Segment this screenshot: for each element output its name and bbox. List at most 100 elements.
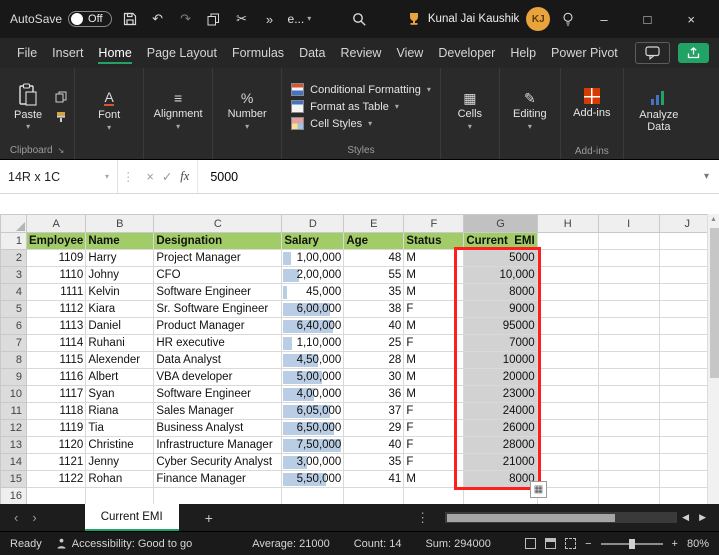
cell-A1[interactable]: Employee [25, 232, 87, 250]
cell-I7[interactable] [597, 334, 660, 352]
row-header-12[interactable]: 12 [0, 419, 27, 437]
cell-D15[interactable]: 5,50,000 [281, 470, 345, 488]
cell-G8[interactable]: 10000 [463, 351, 538, 369]
cell-H14[interactable] [536, 453, 599, 471]
cell-F2[interactable]: M [403, 249, 465, 267]
cell-B11[interactable]: Riana [85, 402, 155, 420]
cell-C3[interactable]: CFO [153, 266, 283, 284]
undo-button[interactable]: ↶ [148, 11, 168, 27]
cell-D7[interactable]: 1,10,000 [281, 334, 345, 352]
cell-G1[interactable]: Current EMI [463, 232, 538, 250]
page-break-view-icon[interactable] [565, 538, 577, 549]
cell-D8[interactable]: 4,50,000 [281, 351, 345, 369]
cell-H8[interactable] [536, 351, 599, 369]
cell-E4[interactable]: 35 [343, 283, 405, 301]
cell-H11[interactable] [536, 402, 599, 420]
addins-button[interactable]: Add-ins [566, 71, 618, 145]
cell-I9[interactable] [597, 368, 660, 386]
cell-A5[interactable]: 1112 [25, 300, 87, 318]
search-button[interactable] [349, 12, 369, 27]
cell-E12[interactable]: 29 [343, 419, 405, 437]
cell-G7[interactable]: 7000 [463, 334, 538, 352]
add-sheet-button[interactable]: + [205, 510, 213, 526]
comments-button[interactable] [635, 42, 670, 64]
cell-G16[interactable] [463, 487, 538, 504]
cell-A6[interactable]: 1113 [25, 317, 87, 335]
save-button[interactable] [120, 12, 140, 26]
cell-C12[interactable]: Business Analyst [153, 419, 283, 437]
cell-H2[interactable] [536, 249, 599, 267]
tab-developer[interactable]: Developer [431, 41, 502, 65]
cell-G4[interactable]: 8000 [463, 283, 538, 301]
column-header-G[interactable]: G [463, 214, 538, 233]
cell-C13[interactable]: Infrastructure Manager [153, 436, 283, 454]
cell-C1[interactable]: Designation [153, 232, 283, 250]
cell-G5[interactable]: 9000 [463, 300, 538, 318]
cell-F4[interactable]: M [403, 283, 465, 301]
cell-A7[interactable]: 1114 [25, 334, 87, 352]
scroll-up-icon[interactable]: ▲ [708, 216, 719, 223]
cell-E11[interactable]: 37 [343, 402, 405, 420]
cell-E15[interactable]: 41 [343, 470, 405, 488]
cell-F16[interactable] [403, 487, 465, 504]
cell-G10[interactable]: 23000 [463, 385, 538, 403]
cell-B13[interactable]: Christine [85, 436, 155, 454]
scroll-left-icon[interactable]: ◀ [677, 512, 694, 523]
font-group-button[interactable]: A Font ▾ [80, 71, 138, 159]
cell-I10[interactable] [597, 385, 660, 403]
cell-E2[interactable]: 48 [343, 249, 405, 267]
cell-I12[interactable] [597, 419, 660, 437]
cell-H9[interactable] [536, 368, 599, 386]
cell-I6[interactable] [597, 317, 660, 335]
cell-I15[interactable] [597, 470, 660, 488]
cell-B9[interactable]: Albert [85, 368, 155, 386]
cell-A2[interactable]: 1109 [25, 249, 87, 267]
normal-view-icon[interactable] [525, 538, 537, 549]
analyze-data-button[interactable]: Analyze Data [629, 71, 689, 159]
dialog-launcher-icon[interactable]: ↘ [58, 146, 65, 155]
cell-F10[interactable]: M [403, 385, 465, 403]
cell-D13[interactable]: 7,50,000 [281, 436, 345, 454]
document-menu[interactable]: e... ▾ [288, 12, 312, 26]
cell-G15[interactable]: 8000 [463, 470, 538, 488]
tab-help[interactable]: Help [503, 41, 543, 65]
cell-H4[interactable] [536, 283, 599, 301]
cell-E1[interactable]: Age [343, 232, 405, 250]
row-header-16[interactable]: 16 [0, 487, 27, 504]
cancel-entry-button[interactable]: × [147, 170, 154, 184]
redo-button[interactable]: ↷ [176, 11, 196, 27]
cell-A3[interactable]: 1110 [25, 266, 87, 284]
editing-group-button[interactable]: ✎ Editing ▾ [505, 71, 555, 159]
cell-F8[interactable]: M [403, 351, 465, 369]
tab-file[interactable]: File [10, 41, 44, 65]
cell-F11[interactable]: F [403, 402, 465, 420]
cell-B6[interactable]: Daniel [85, 317, 155, 335]
confirm-entry-button[interactable]: ✓ [162, 169, 172, 184]
cell-C11[interactable]: Sales Manager [153, 402, 283, 420]
cell-D11[interactable]: 6,05,000 [281, 402, 345, 420]
cell-I4[interactable] [597, 283, 660, 301]
cell-B15[interactable]: Rohan [85, 470, 155, 488]
select-all-button[interactable] [0, 214, 27, 233]
vertical-scrollbar[interactable]: ▲ [707, 214, 719, 504]
tab-page-layout[interactable]: Page Layout [140, 41, 224, 65]
tab-power-pivot[interactable]: Power Pivot [544, 41, 625, 65]
cell-H3[interactable] [536, 266, 599, 284]
cell-C5[interactable]: Sr. Software Engineer [153, 300, 283, 318]
cell-C15[interactable]: Finance Manager [153, 470, 283, 488]
tabbar-kebab-icon[interactable]: ⋮ [408, 510, 437, 526]
autosave-control[interactable]: AutoSave Off [10, 11, 112, 27]
copy-small-button[interactable] [55, 91, 67, 103]
cell-E14[interactable]: 35 [343, 453, 405, 471]
cell-B14[interactable]: Jenny [85, 453, 155, 471]
column-header-C[interactable]: C [153, 214, 283, 233]
zoom-slider-thumb[interactable] [629, 538, 636, 549]
cell-E10[interactable]: 36 [343, 385, 405, 403]
cell-E9[interactable]: 30 [343, 368, 405, 386]
cell-F6[interactable]: M [403, 317, 465, 335]
cell-F3[interactable]: M [403, 266, 465, 284]
cell-G11[interactable]: 24000 [463, 402, 538, 420]
tab-formulas[interactable]: Formulas [225, 41, 291, 65]
cell-D16[interactable] [281, 487, 345, 504]
row-header-9[interactable]: 9 [0, 368, 27, 386]
